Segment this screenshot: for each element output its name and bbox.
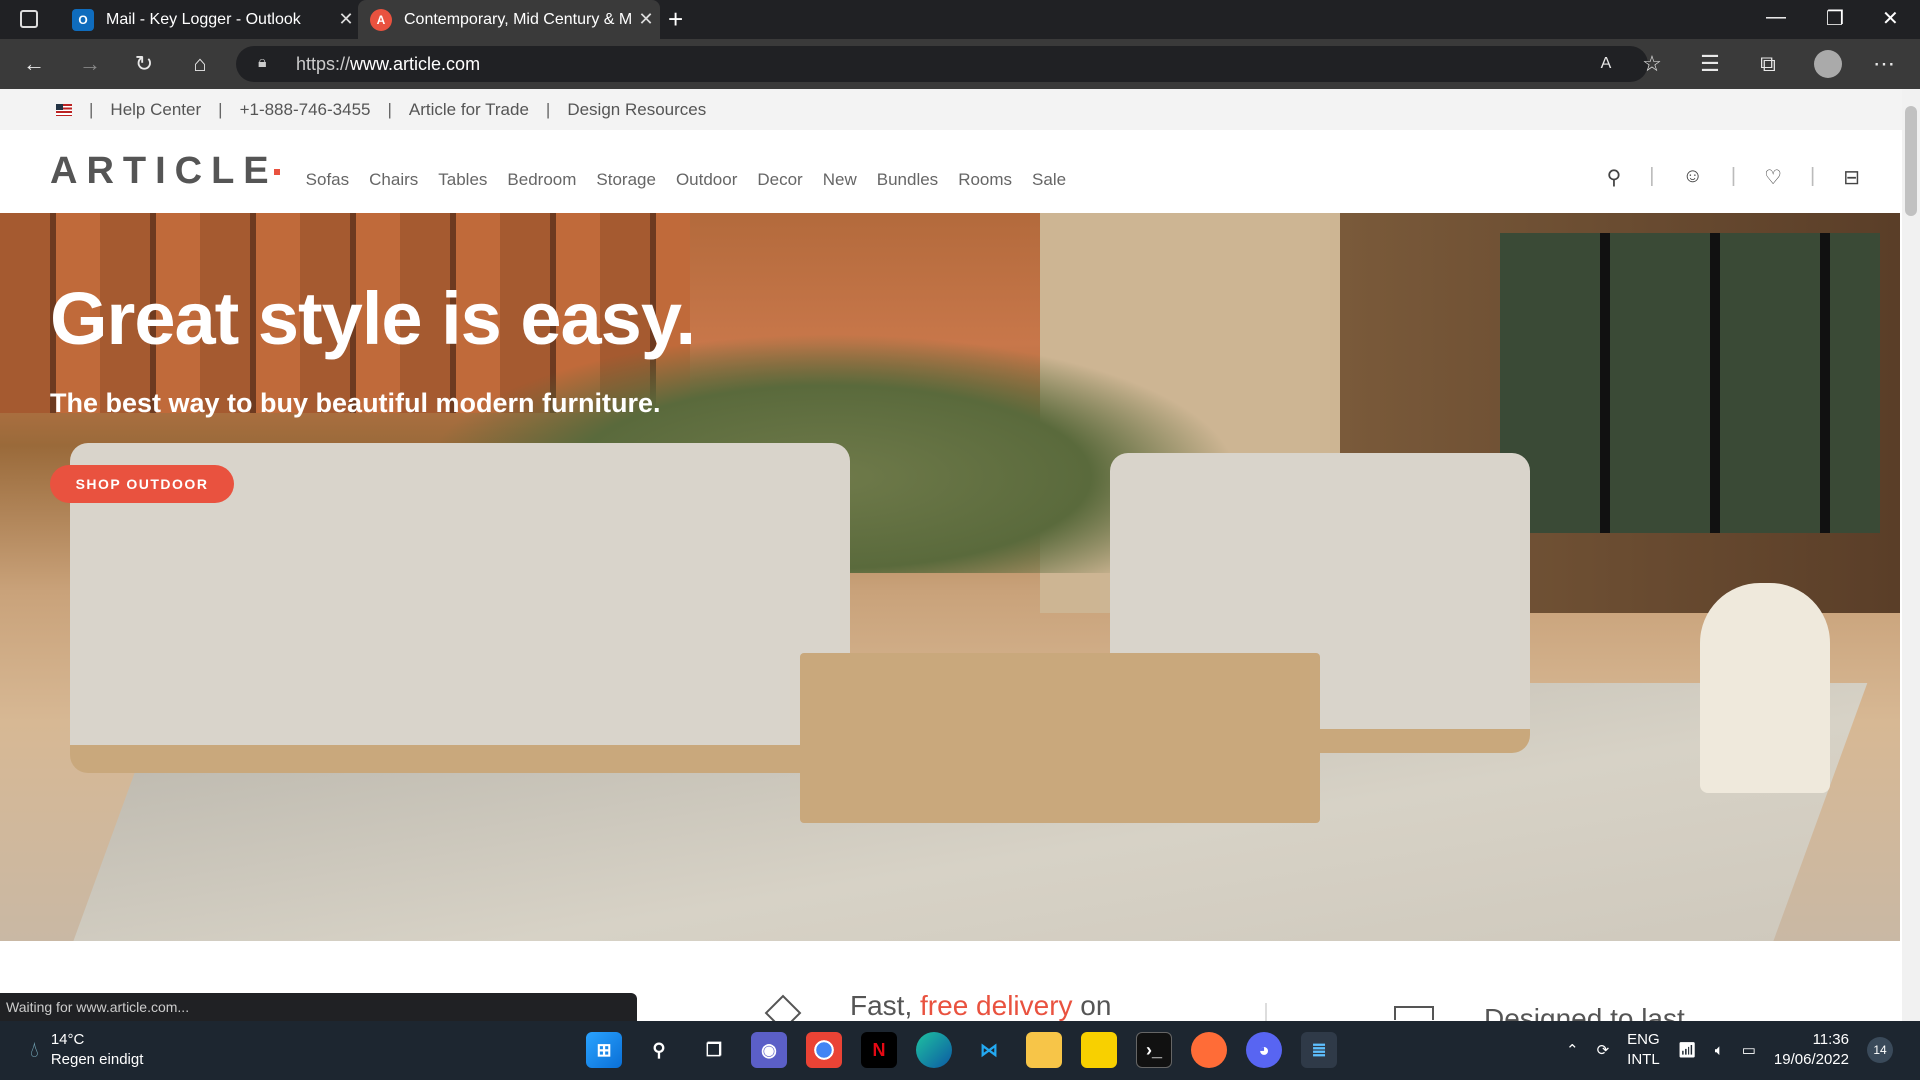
nav-storage[interactable]: Storage — [596, 170, 656, 190]
article-logo[interactable]: ARTICLE — [50, 150, 278, 193]
wishlist-heart-icon[interactable]: ♡ — [1764, 165, 1782, 190]
page-scrollbar[interactable] — [1902, 89, 1920, 1021]
minimize-button[interactable]: — — [1766, 6, 1786, 29]
teams-chat-icon[interactable]: ◉ — [751, 1032, 787, 1068]
lock-icon[interactable]: 🔒︎ — [258, 54, 267, 72]
feature-divider — [1265, 1003, 1267, 1021]
hero-subtitle: The best way to buy beautiful modern fur… — [50, 388, 661, 418]
close-icon[interactable]: ✕ — [632, 9, 660, 30]
search-icon[interactable]: ⚲ — [1607, 165, 1622, 190]
terminal-icon[interactable]: ›_ — [1136, 1032, 1172, 1068]
tab-article[interactable]: A Contemporary, Mid Century & M ✕ — [358, 0, 660, 39]
hero-coffee-table — [800, 653, 1320, 823]
article-favicon-icon: A — [370, 8, 392, 31]
notification-badge[interactable]: 14 — [1867, 1037, 1893, 1063]
task-view-icon[interactable]: ❐ — [696, 1032, 732, 1068]
profile-avatar[interactable] — [1814, 50, 1842, 78]
favorites-icon[interactable]: ☰ — [1694, 48, 1726, 80]
nav-chairs[interactable]: Chairs — [369, 170, 418, 190]
clock[interactable]: 11:36 19/06/2022 — [1774, 1030, 1849, 1070]
home-button[interactable]: ⌂ — [184, 48, 216, 80]
collections-icon[interactable]: ⧉ — [1752, 48, 1784, 80]
nav-sale[interactable]: Sale — [1032, 170, 1066, 190]
nav-tables[interactable]: Tables — [438, 170, 487, 190]
cart-icon[interactable]: ⊟ — [1843, 165, 1860, 190]
feature-delivery: Fast, free delivery on — [850, 990, 1112, 1021]
feature-designed: Designed to last — [1484, 1003, 1685, 1021]
close-icon[interactable]: ✕ — [332, 9, 360, 30]
restore-button[interactable]: ❐ — [1826, 6, 1844, 31]
discord-icon[interactable]: ◕ — [1246, 1032, 1282, 1068]
nav-bedroom[interactable]: Bedroom — [507, 170, 576, 190]
nav-bundles[interactable]: Bundles — [877, 170, 938, 190]
tab-actions-icon[interactable] — [20, 10, 38, 28]
postman-icon[interactable] — [1191, 1032, 1227, 1068]
forward-button[interactable]: → — [74, 48, 106, 80]
hero-title: Great style is easy. — [50, 277, 696, 360]
close-window-button[interactable]: ✕ — [1882, 6, 1899, 31]
hero-side-table — [1700, 583, 1830, 793]
lamp-icon — [1394, 1006, 1434, 1020]
volume-icon[interactable]: 🔈︎ — [1715, 1042, 1724, 1059]
wifi-icon[interactable]: 📶︎ — [1678, 1041, 1697, 1059]
search-icon[interactable]: ⚲ — [641, 1032, 677, 1068]
us-flag-icon[interactable] — [56, 103, 72, 116]
logo-dot — [273, 168, 280, 175]
nav-decor[interactable]: Decor — [757, 170, 802, 190]
scrollbar-thumb[interactable] — [1905, 106, 1917, 216]
file-explorer-icon[interactable] — [1026, 1032, 1062, 1068]
edge-icon[interactable] — [916, 1032, 952, 1068]
add-favorite-icon[interactable]: ☆ — [1636, 48, 1668, 80]
free-delivery-link[interactable]: free delivery — [920, 990, 1073, 1021]
windows-start-icon[interactable]: ⊞ — [586, 1032, 622, 1068]
taskbar-apps: ⊞ ⚲ ❐ ◉ N ⋈ ›_ ◕ ≣ — [586, 1032, 1337, 1068]
vscode-icon[interactable]: ⋈ — [971, 1032, 1007, 1068]
system-tray: ⌃ ⟳ ENG INTL 📶︎ 🔈︎ ▭ 11:36 19/06/2022 14 — [1566, 1030, 1893, 1070]
tab-outlook[interactable]: O Mail - Key Logger - Outlook ✕ — [60, 0, 360, 39]
shop-outdoor-button[interactable]: SHOP OUTDOOR — [50, 465, 234, 503]
hero-banner: Great style is easy. The best way to buy… — [0, 213, 1900, 941]
sync-icon[interactable]: ⟳ — [1597, 1041, 1610, 1059]
tray-overflow-icon[interactable]: ⌃ — [1566, 1041, 1579, 1059]
nav-new[interactable]: New — [823, 170, 857, 190]
phone-link[interactable]: +1-888-746-3455 — [240, 100, 371, 120]
tab-label: Mail - Key Logger - Outlook — [106, 10, 301, 28]
browser-status-bar: Waiting for www.article.com... — [0, 993, 637, 1021]
design-resources-link[interactable]: Design Resources — [567, 100, 706, 120]
refresh-button[interactable]: ↻ — [128, 48, 160, 80]
sticky-notes-icon[interactable] — [1081, 1032, 1117, 1068]
battery-icon[interactable]: ▭ — [1742, 1041, 1756, 1059]
nav-rooms[interactable]: Rooms — [958, 170, 1012, 190]
nav-outdoor[interactable]: Outdoor — [676, 170, 737, 190]
nav-icons: ⚲ | ☺ | ♡ | ⊟ — [1606, 165, 1860, 190]
weather-rain-icon: 💧︎ — [30, 1037, 39, 1062]
article-for-trade-link[interactable]: Article for Trade — [409, 100, 529, 120]
new-tab-button[interactable]: + — [668, 4, 683, 35]
browser-titlebar: O Mail - Key Logger - Outlook ✕ A Contem… — [0, 0, 1920, 39]
notepad-icon[interactable]: ≣ — [1301, 1032, 1337, 1068]
weather-widget[interactable]: 💧︎ 14°C Regen eindigt — [30, 1030, 143, 1070]
outlook-icon: O — [72, 8, 94, 31]
chrome-icon[interactable] — [806, 1032, 842, 1068]
language-indicator[interactable]: ENG INTL — [1627, 1030, 1660, 1070]
utility-bar: | Help Center | +1-888-746-3455 | Articl… — [0, 89, 1902, 130]
tab-label: Contemporary, Mid Century & M — [404, 10, 632, 28]
netflix-icon[interactable]: N — [861, 1032, 897, 1068]
account-icon[interactable]: ☺ — [1682, 165, 1702, 190]
back-button[interactable]: ← — [18, 48, 50, 80]
url-scheme: https:// — [296, 53, 351, 74]
read-aloud-icon[interactable]: A — [1590, 48, 1622, 80]
more-menu-icon[interactable]: ⋯ — [1868, 48, 1900, 80]
nav-sofas[interactable]: Sofas — [306, 170, 349, 190]
url-input[interactable]: 🔒︎ https://www.article.com — [236, 46, 1648, 82]
url-host: www.article.com — [350, 53, 481, 74]
help-center-link[interactable]: Help Center — [110, 100, 201, 120]
